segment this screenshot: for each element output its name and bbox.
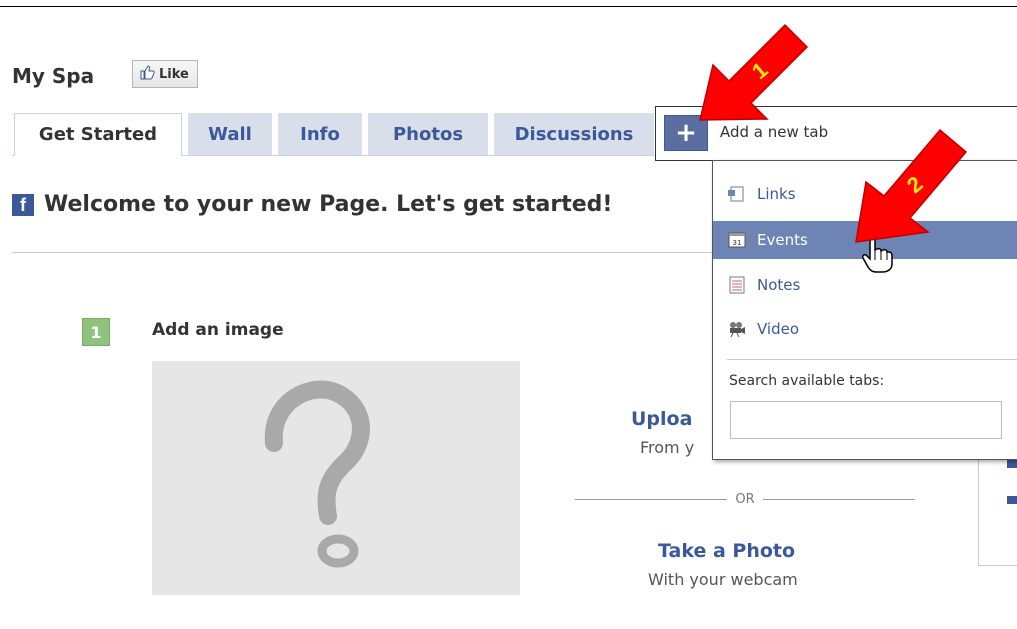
upload-photo-link[interactable]: Uploa xyxy=(631,408,692,430)
page-title: My Spa xyxy=(12,64,95,88)
tab-get-started[interactable]: Get Started xyxy=(14,113,182,156)
search-tabs-label: Search available tabs: xyxy=(729,373,885,389)
question-mark-icon xyxy=(264,380,370,568)
like-button[interactable]: Like xyxy=(132,60,198,88)
welcome-heading: f Welcome to your new Page. Let's get st… xyxy=(12,192,612,217)
dropdown-item-label: Video xyxy=(757,320,800,338)
upload-subtitle: From y xyxy=(640,438,695,457)
or-line-left xyxy=(575,499,728,500)
take-photo-link[interactable]: Take a Photo xyxy=(658,540,795,562)
notes-icon xyxy=(727,275,747,295)
dropdown-item-label: Events xyxy=(757,231,808,249)
calendar-icon: 31 xyxy=(727,230,747,250)
tab-info[interactable]: Info xyxy=(278,113,362,155)
take-photo-subtitle: With your webcam xyxy=(648,570,798,589)
add-tab-label[interactable]: Add a new tab xyxy=(720,123,828,141)
thumbs-up-icon xyxy=(139,64,155,84)
svg-text:31: 31 xyxy=(733,239,742,247)
dropdown-item-label: Links xyxy=(757,185,796,203)
top-border xyxy=(0,6,1017,7)
or-label: OR xyxy=(735,492,755,507)
callout-arrow-2-icon xyxy=(855,128,968,243)
or-line-right xyxy=(762,499,916,500)
step-title: Add an image xyxy=(152,320,284,340)
like-label: Like xyxy=(159,66,189,82)
tab-wall[interactable]: Wall xyxy=(188,113,272,155)
tab-photos[interactable]: Photos xyxy=(368,113,488,155)
section-divider xyxy=(12,252,712,253)
step-number-badge: 1 xyxy=(82,318,110,346)
or-separator: OR xyxy=(575,492,916,507)
dropdown-item-video[interactable]: Video xyxy=(713,310,1017,348)
side-panel-fragment xyxy=(978,458,1017,566)
welcome-title: Welcome to your new Page. Let's get star… xyxy=(44,192,613,217)
side-link-icon xyxy=(1007,496,1017,504)
tab-discussions[interactable]: Discussions xyxy=(494,113,654,155)
search-tabs-input[interactable] xyxy=(730,401,1002,439)
facebook-logo-icon: f xyxy=(12,193,34,216)
side-link-icon xyxy=(1007,460,1017,468)
image-placeholder xyxy=(152,361,520,595)
links-icon xyxy=(727,184,747,204)
video-camera-icon xyxy=(727,319,747,339)
dropdown-item-label: Notes xyxy=(757,276,801,294)
dropdown-separator xyxy=(727,359,1017,360)
